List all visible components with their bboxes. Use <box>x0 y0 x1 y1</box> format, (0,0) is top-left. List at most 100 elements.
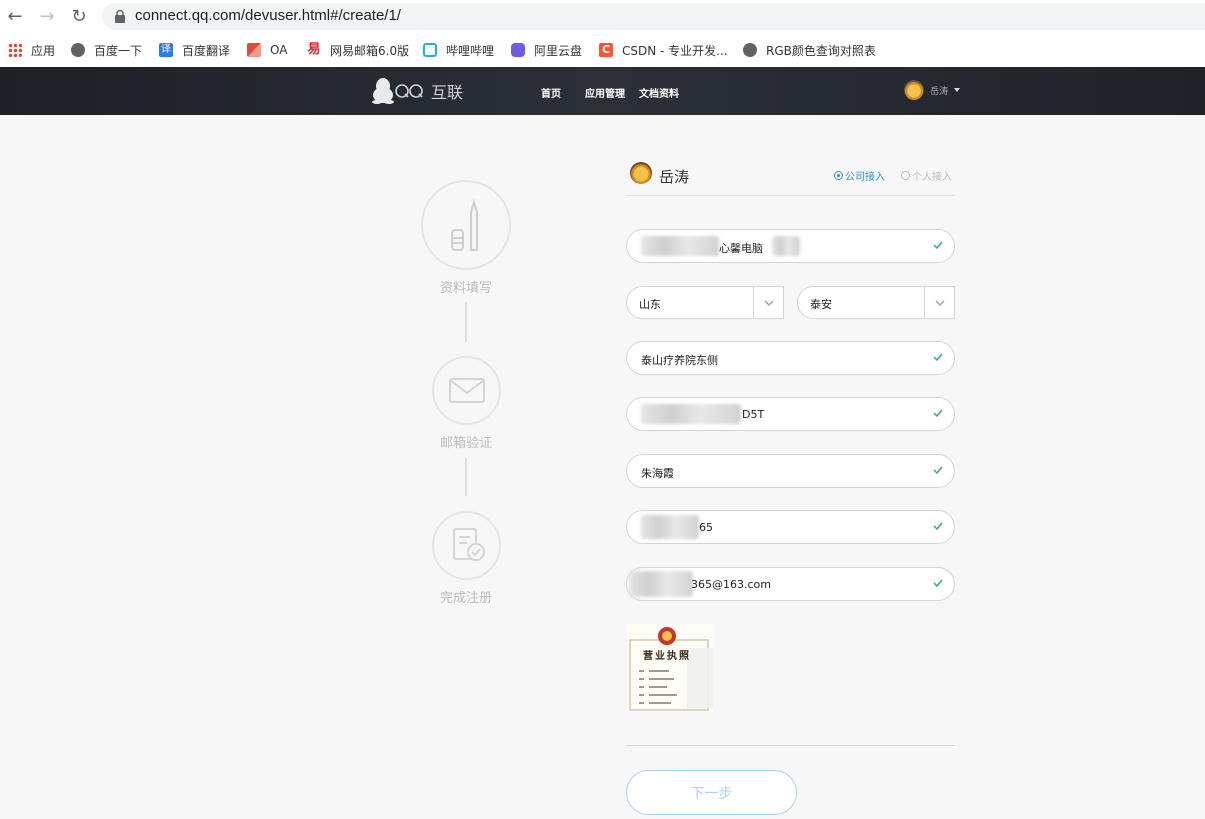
csdn-icon: C <box>599 43 613 57</box>
nav-documents[interactable]: 文档资料 <box>639 85 679 100</box>
bookmark-netease-mail[interactable]: 易 网易邮箱6.0版 <box>307 40 409 60</box>
address-value: 泰山疗养院东侧 <box>641 354 718 367</box>
bilibili-icon <box>423 43 437 57</box>
check-icon <box>933 466 943 475</box>
bookmark-label: 哔哩哔哩 <box>446 43 495 58</box>
oa-icon <box>247 43 261 57</box>
globe-icon <box>71 43 85 57</box>
license-thumbnail <box>627 624 713 712</box>
email-value: 365@163.com <box>691 578 771 591</box>
bookmark-aliyun-drive[interactable]: 阿里云盘 <box>511 40 582 60</box>
forward-arrow-icon[interactable]: → <box>36 5 58 27</box>
chevron-down-icon <box>924 287 954 318</box>
bookmark-label: RGB颜色查询对照表 <box>766 43 876 58</box>
step-fill-info-circle <box>421 180 511 270</box>
check-icon <box>933 353 943 362</box>
email-field[interactable]: 365@163.com <box>626 567 955 601</box>
radio-label: 公司接入 <box>845 172 885 183</box>
step-label-email-verify: 邮箱验证 <box>439 436 492 451</box>
bookmark-label: 百度一下 <box>94 43 143 58</box>
chevron-down-icon <box>753 287 783 318</box>
license-number-value: D5T <box>742 408 765 421</box>
city-value: 泰安 <box>810 298 832 311</box>
redacted-text <box>641 404 741 424</box>
netease-mail-icon: 易 <box>307 42 321 57</box>
aliyun-drive-icon <box>511 43 525 57</box>
lock-icon <box>115 10 125 23</box>
qq-logo[interactable]: 互联 <box>371 77 463 105</box>
bookmark-oa[interactable]: OA <box>247 40 287 60</box>
radio-company-access[interactable]: 公司接入 <box>834 168 885 183</box>
penguin-icon <box>372 78 394 104</box>
check-icon <box>933 241 943 250</box>
bookmark-label: OA <box>270 43 288 57</box>
check-icon <box>933 579 943 588</box>
globe-icon <box>743 43 757 57</box>
nav-home[interactable]: 首页 <box>541 85 561 100</box>
form-header: 岳涛 公司接入 个人接入 <box>626 160 955 196</box>
bookmark-rgb[interactable]: RGB颜色查询对照表 <box>743 40 876 60</box>
url-text: connect.qq.com/devuser.html#/create/1/ <box>135 7 401 24</box>
step-complete-circle <box>432 511 501 580</box>
redacted-text <box>641 236 719 256</box>
address-input[interactable]: 泰山疗养院东侧 <box>626 341 955 375</box>
user-menu[interactable]: 岳涛 <box>904 80 961 100</box>
bookmark-label: 应用 <box>31 43 56 58</box>
company-name-value: 心馨电脑 <box>719 242 763 255</box>
qq-wordmark-icon <box>395 84 423 98</box>
avatar <box>630 162 652 184</box>
step-label-complete: 完成注册 <box>439 591 492 606</box>
bookmark-label: 网易邮箱6.0版 <box>330 43 410 58</box>
logo-text: 互联 <box>431 85 464 102</box>
business-license-image[interactable]: 营业执照 <box>627 624 713 712</box>
redacted-text <box>641 515 699 539</box>
phone-value: 65 <box>699 521 713 534</box>
reload-icon[interactable]: ↻ <box>68 5 90 27</box>
bookmark-label: 百度翻译 <box>182 43 231 58</box>
province-value: 山东 <box>639 298 661 311</box>
license-number-input[interactable]: D5T <box>626 397 955 431</box>
site-header: 互联 首页 应用管理 文档资料 岳涛 <box>0 67 1205 115</box>
browser-toolbar: ← → ↻ connect.qq.com/devuser.html#/creat… <box>0 0 1205 34</box>
back-arrow-icon[interactable]: ← <box>4 5 26 27</box>
radio-label: 个人接入 <box>912 172 952 183</box>
step-email-verify-circle <box>432 356 501 425</box>
translate-icon: 译 <box>159 43 173 57</box>
check-icon <box>933 522 943 531</box>
step-label-fill-info: 资料填写 <box>439 281 492 296</box>
form-username: 岳涛 <box>659 168 690 186</box>
city-select[interactable]: 泰安 <box>797 286 955 319</box>
header-username: 岳涛 <box>930 86 949 97</box>
bookmark-label: CSDN - 专业开发... <box>622 43 728 58</box>
bookmarks-bar: 应用 百度一下 译 百度翻译 OA 易 网易邮箱6.0版 哔哩哔哩 阿里云盘 C… <box>0 34 1205 67</box>
contact-name-input[interactable]: 朱海霞 <box>626 454 955 488</box>
apps-grid-icon <box>8 43 22 57</box>
check-icon <box>933 409 943 418</box>
bookmark-apps[interactable]: 应用 <box>8 40 55 60</box>
next-step-button[interactable]: 下一步 <box>626 770 797 815</box>
address-bar[interactable]: connect.qq.com/devuser.html#/create/1/ <box>102 3 1205 30</box>
redacted-text <box>772 236 800 256</box>
license-title: 营业执照 <box>643 651 691 662</box>
contact-name-value: 朱海霞 <box>641 467 674 480</box>
step-connector <box>465 458 467 496</box>
caret-down-icon <box>954 88 961 92</box>
envelope-icon <box>449 378 485 403</box>
divider <box>626 745 955 746</box>
certificate-icon <box>453 528 485 561</box>
bookmark-csdn[interactable]: C CSDN - 专业开发... <box>599 40 728 60</box>
radio-unselected-icon <box>901 171 910 180</box>
company-name-input[interactable]: 心馨电脑 <box>626 229 955 263</box>
bookmark-baidu-translate[interactable]: 译 百度翻译 <box>159 40 230 60</box>
bookmark-bilibili[interactable]: 哔哩哔哩 <box>423 40 494 60</box>
phone-input[interactable]: 65 <box>626 510 955 544</box>
province-select[interactable]: 山东 <box>626 286 784 319</box>
avatar <box>904 80 924 100</box>
redacted-text <box>629 571 693 597</box>
nav-app-management[interactable]: 应用管理 <box>585 85 625 100</box>
bookmark-label: 阿里云盘 <box>534 43 583 58</box>
bookmark-baidu[interactable]: 百度一下 <box>71 40 142 60</box>
step-connector <box>465 302 467 342</box>
radio-personal-access[interactable]: 个人接入 <box>901 168 952 183</box>
pen-icon <box>451 198 478 251</box>
